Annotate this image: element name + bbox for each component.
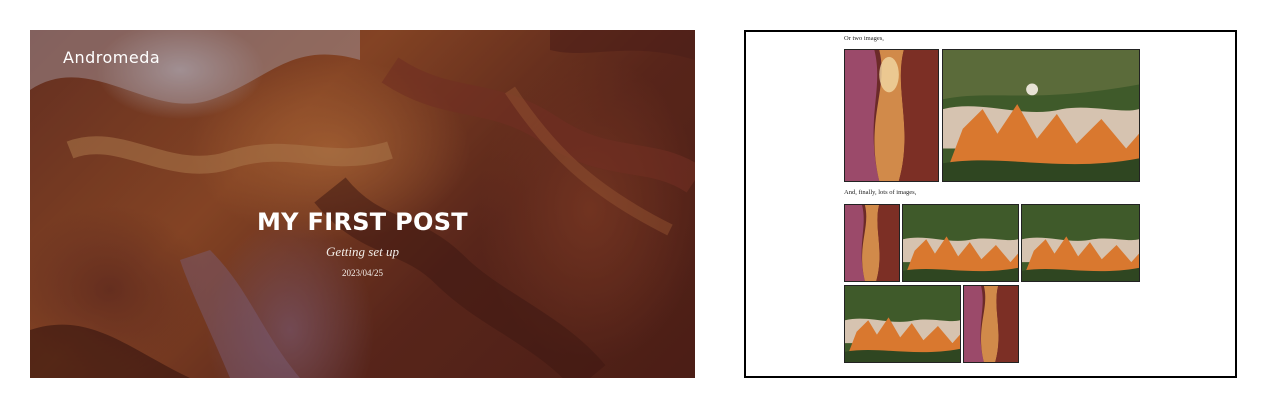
gallery-page-preview: Or two images, And, finally, lots of ima… (744, 30, 1237, 378)
many-images-caption: And, finally, lots of images, (844, 189, 917, 196)
gallery-photo-hoodoos[interactable] (942, 49, 1140, 182)
hero-banner: Andromeda MY FIRST POST Getting set up 2… (30, 30, 695, 378)
hero-overlay (30, 30, 695, 378)
post-subtitle: Getting set up (326, 244, 399, 259)
gallery-photo-canyon[interactable] (844, 49, 939, 182)
post-title: MY FIRST POST (257, 208, 468, 236)
two-images-caption: Or two images, (844, 35, 884, 42)
gallery-photo-canyon[interactable] (963, 285, 1019, 363)
post-date: 2023/04/25 (341, 268, 383, 278)
gallery-photo-hoodoos[interactable] (902, 204, 1019, 282)
gallery-photo-hoodoos[interactable] (844, 285, 961, 363)
site-brand-link[interactable]: Andromeda (63, 48, 160, 67)
gallery-photo-canyon[interactable] (844, 204, 900, 282)
gallery-photo-hoodoos[interactable] (1021, 204, 1140, 282)
